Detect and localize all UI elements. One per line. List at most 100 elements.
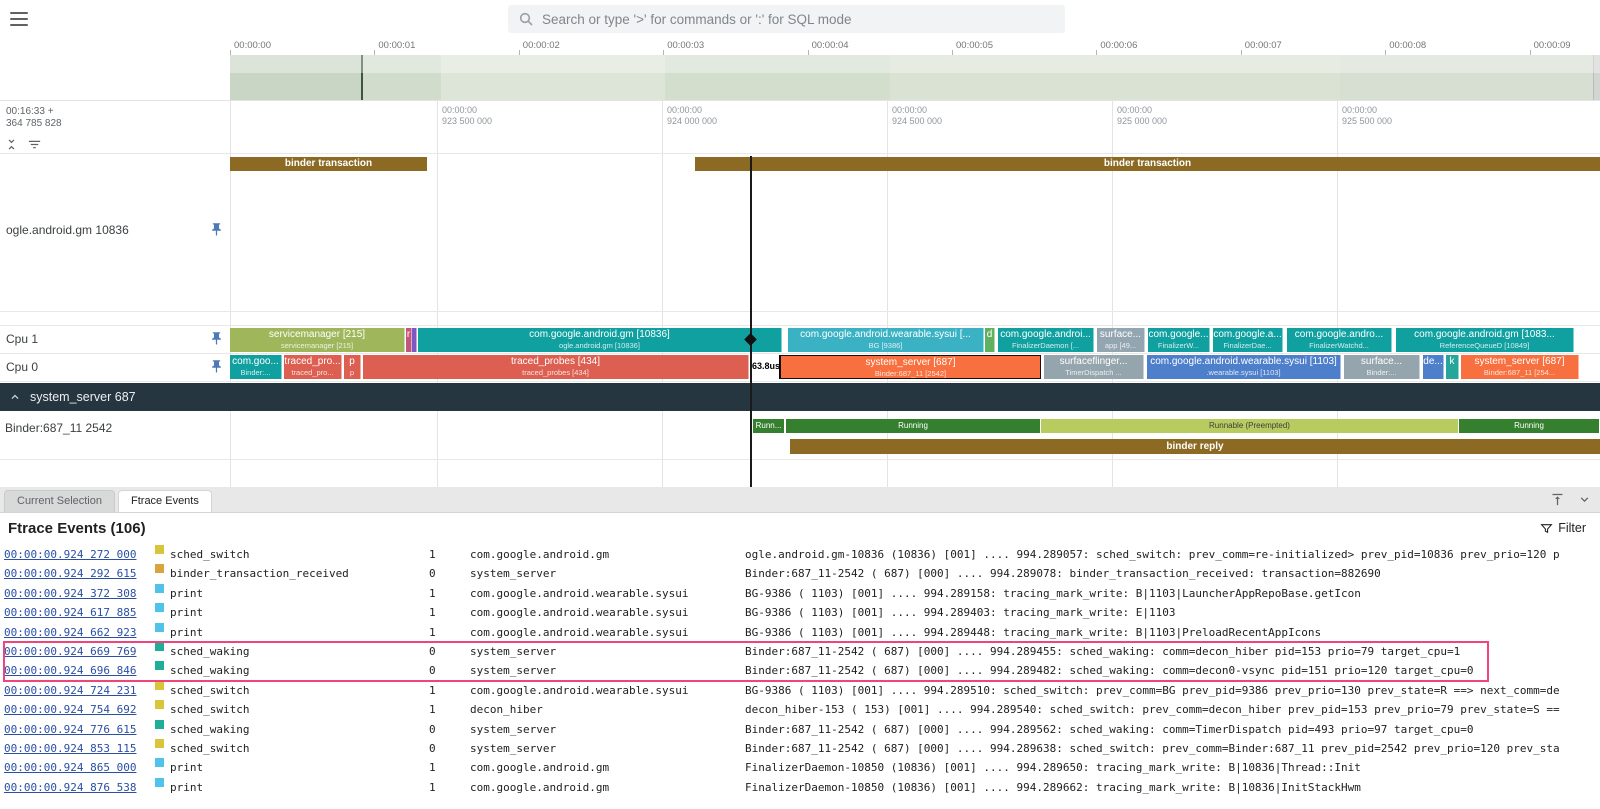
cpu-number: 0	[429, 720, 436, 739]
table-row[interactable]: 00:00:00.924 669 769sched_waking0system_…	[0, 642, 1600, 661]
event-color-chip	[155, 739, 164, 748]
menu-icon[interactable]	[10, 12, 28, 26]
slice-label: 63.8us	[752, 355, 779, 377]
cpu-slice[interactable]: com.google.androi...FinalizerDaemon [...	[998, 328, 1094, 352]
table-row[interactable]: 00:00:00.924 865 000print1com.google.and…	[0, 758, 1600, 777]
cpu-slice[interactable]: com.google.android.gm [10836]ogle.androi…	[418, 328, 782, 352]
thread-state-slice[interactable]: Runnable (Preempted)	[1041, 419, 1459, 433]
panel-tab-bar: Current Selection Ftrace Events	[0, 487, 1600, 513]
search-box[interactable]	[508, 5, 1065, 33]
table-row[interactable]: 00:00:00.924 754 692sched_switch1decon_h…	[0, 700, 1600, 719]
panel-collapse-icon[interactable]	[1577, 492, 1592, 507]
timestamp-link[interactable]: 00:00:00.924 853 115	[4, 739, 136, 758]
timestamp-link[interactable]: 00:00:00.924 865 000	[4, 758, 136, 777]
cpu-slice[interactable]: traced_probes [434]traced_probes [434]	[363, 355, 749, 379]
cpu-slice[interactable]: traced_pro...traced_pro...	[284, 355, 342, 379]
cpu-slice[interactable]: pp	[344, 355, 361, 379]
search-input[interactable]	[542, 12, 1055, 27]
time-measurement[interactable]: 63.8us	[751, 355, 780, 379]
slice-label: com.google...	[1148, 328, 1209, 341]
cpu-slice[interactable]: com.goo...Binder:...	[230, 355, 282, 379]
pin-icon[interactable]	[209, 359, 224, 374]
filter-label: Filter	[1558, 521, 1586, 535]
timestamp-link[interactable]: 00:00:00.924 272 000	[4, 545, 136, 564]
binder-transaction-slice[interactable]: binder transaction	[695, 157, 1600, 171]
track-label-cpu0[interactable]: Cpu 0	[6, 360, 38, 374]
timestamp-link[interactable]: 00:00:00.924 724 231	[4, 681, 136, 700]
slice-sublabel: .wearable.sysui [1103]	[1147, 368, 1340, 377]
cpu-slice[interactable]: servicemanager [215]servicemanager [215]	[230, 328, 405, 352]
cpu-slice[interactable]: com.google.android.wearable.sysui [1103]…	[1147, 355, 1341, 379]
event-args: ogle.android.gm-10836 (10836) [001] ....…	[745, 545, 1596, 564]
event-name: print	[170, 603, 203, 622]
cpu-slice[interactable]	[412, 328, 417, 352]
timestamp-link[interactable]: 00:00:00.924 669 769	[4, 642, 136, 661]
track-label-binder-thread[interactable]: Binder:687_11 2542	[5, 421, 112, 435]
pin-icon[interactable]	[209, 222, 224, 237]
cpu-slice[interactable]: com.google.android.wearable.sysui [...BG…	[788, 328, 984, 352]
timestamp-link[interactable]: 00:00:00.924 292 615	[4, 564, 136, 583]
table-row[interactable]: 00:00:00.924 724 231sched_switch1com.goo…	[0, 681, 1600, 700]
slice-sublabel: servicemanager [215]	[230, 341, 404, 350]
thread-state-slice[interactable]: Runn...	[753, 419, 785, 433]
pin-icon[interactable]	[209, 331, 224, 346]
event-color-chip	[155, 778, 164, 787]
table-row[interactable]: 00:00:00.924 617 885print1com.google.and…	[0, 603, 1600, 622]
timestamp-link[interactable]: 00:00:00.924 754 692	[4, 700, 136, 719]
process-name: com.google.android.wearable.sysui	[470, 584, 689, 603]
table-row[interactable]: 00:00:00.924 776 615sched_waking0system_…	[0, 720, 1600, 739]
slice-sublabel: ReferenceQueueD [10849]	[1396, 341, 1573, 350]
table-row[interactable]: 00:00:00.924 853 115sched_switch0system_…	[0, 739, 1600, 758]
timestamp-link[interactable]: 00:00:00.924 776 615	[4, 720, 136, 739]
cpu-slice[interactable]: com.google.a...FinalizerDae...	[1213, 328, 1283, 352]
cpu-slice[interactable]: d	[985, 328, 995, 352]
track-label-cpu1[interactable]: Cpu 1	[6, 332, 38, 346]
collapse-tracks-icon[interactable]	[4, 137, 19, 152]
cpu-slice[interactable]: system_server [687]Binder:687_11 [254...	[1461, 355, 1579, 379]
tab-current-selection[interactable]: Current Selection	[4, 490, 115, 512]
cpu-slice[interactable]: com.google...FinalizerW...	[1148, 328, 1210, 352]
track-filter-icon[interactable]	[27, 137, 42, 152]
table-row[interactable]: 00:00:00.924 272 000sched_switch1com.goo…	[0, 545, 1600, 564]
binder-transaction-slice[interactable]: binder transaction	[230, 157, 427, 171]
table-row[interactable]: 00:00:00.924 662 923print1com.google.and…	[0, 623, 1600, 642]
cpu-slice[interactable]: de...	[1423, 355, 1444, 379]
table-row[interactable]: 00:00:00.924 876 538print1com.google.and…	[0, 778, 1600, 797]
tab-ftrace-events[interactable]: Ftrace Events	[118, 490, 212, 512]
timestamp-link[interactable]: 00:00:00.924 662 923	[4, 623, 136, 642]
table-row[interactable]: 00:00:00.924 696 846sched_waking0system_…	[0, 661, 1600, 680]
process-name: system_server	[470, 720, 556, 739]
group-header-system-server[interactable]: system_server 687	[0, 383, 1600, 411]
cpu-number: 1	[429, 778, 436, 797]
timestamp-link[interactable]: 00:00:00.924 617 885	[4, 603, 136, 622]
event-args: Binder:687_11-2542 ( 687) [000] .... 994…	[745, 720, 1596, 739]
cpu-slice[interactable]: surfaceflinger...TimerDispatch ...	[1044, 355, 1144, 379]
filter-button[interactable]: Filter	[1540, 521, 1586, 535]
binder-reply-slice[interactable]: binder reply	[790, 439, 1600, 454]
grid-line	[662, 101, 663, 487]
cpu-slice[interactable]: system_server [687]Binder:687_11 [2542]	[780, 355, 1041, 379]
table-row[interactable]: 00:00:00.924 372 308print1com.google.and…	[0, 584, 1600, 603]
cpu-slice[interactable]: com.google.andro...FinalizerWatchd...	[1287, 328, 1392, 352]
track-label-process[interactable]: ogle.android.gm 10836	[6, 223, 129, 237]
panel-controls	[1550, 492, 1592, 507]
slice-label: com.google.andro...	[1287, 328, 1391, 341]
event-name: print	[170, 778, 203, 797]
cpu-slice[interactable]: surface...app [49...	[1097, 328, 1145, 352]
timestamp-link[interactable]: 00:00:00.924 372 308	[4, 584, 136, 603]
cpu-slice[interactable]: surface...Binder:...	[1344, 355, 1420, 379]
slice-sublabel: traced_pro...	[284, 368, 341, 377]
table-row[interactable]: 00:00:00.924 292 615binder_transaction_r…	[0, 564, 1600, 583]
timestamp-link[interactable]: 00:00:00.924 876 538	[4, 778, 136, 797]
thread-state-slice[interactable]: Running	[1459, 419, 1600, 433]
cpu-slice[interactable]: k	[1446, 355, 1459, 379]
event-color-chip	[155, 681, 164, 690]
event-name: sched_switch	[170, 681, 249, 700]
minimap[interactable]	[230, 55, 1600, 100]
grid-ns: 925 500 000	[1342, 116, 1392, 127]
thread-state-slice[interactable]: Running	[786, 419, 1041, 433]
dock-top-icon[interactable]	[1550, 492, 1565, 507]
collapse-group-icon[interactable]	[8, 390, 22, 404]
timestamp-link[interactable]: 00:00:00.924 696 846	[4, 661, 136, 680]
cpu-slice[interactable]: com.google.android.gm [1083...ReferenceQ…	[1396, 328, 1574, 352]
